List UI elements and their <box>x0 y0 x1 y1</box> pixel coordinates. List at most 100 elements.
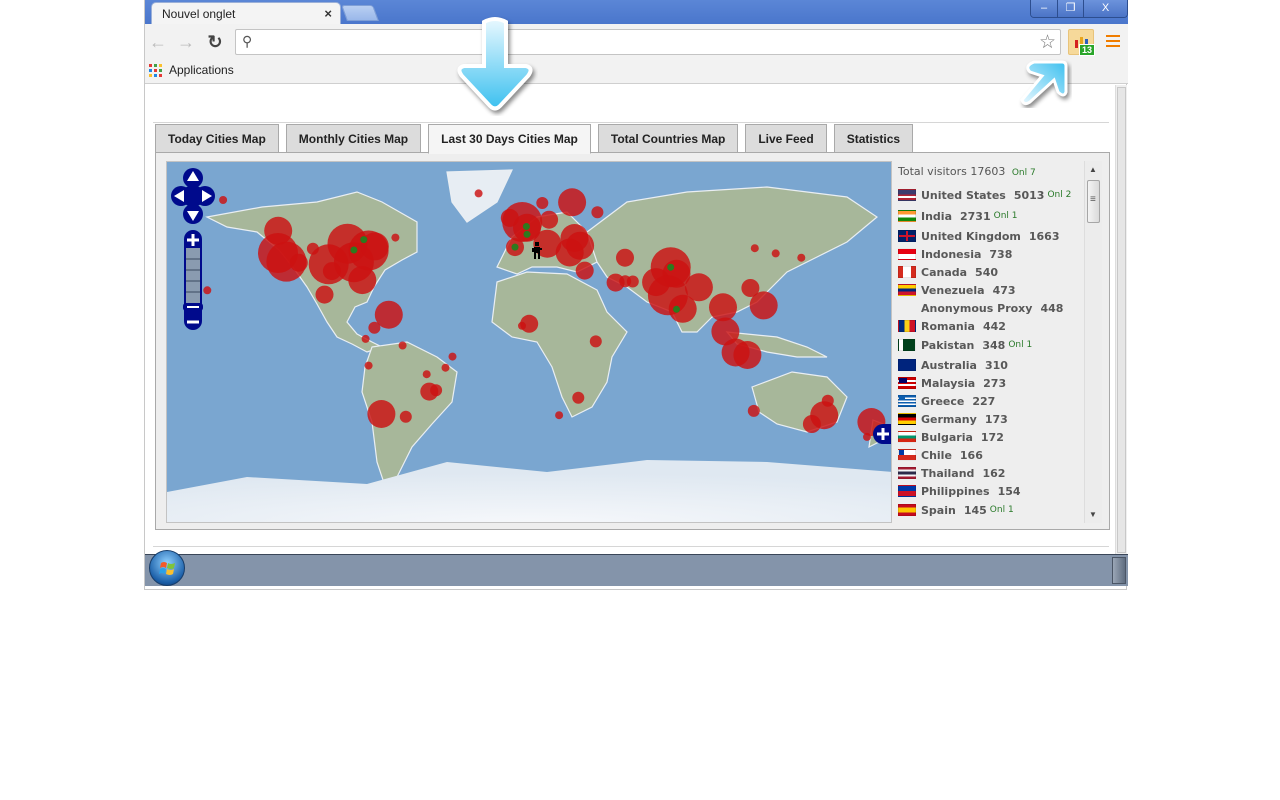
country-row[interactable]: United States 5013 Onl 2 <box>898 187 1071 203</box>
visitor-bubble[interactable] <box>500 208 519 227</box>
country-row[interactable]: Philippines 154 <box>898 483 1021 499</box>
country-row[interactable]: Chile 166 <box>898 447 983 463</box>
apps-shortcut[interactable]: Applications <box>169 63 234 77</box>
country-row[interactable]: Bulgaria 172 <box>898 429 1004 445</box>
tab-statistics[interactable]: Statistics <box>833 124 914 152</box>
page-scrollbar-thumb[interactable] <box>1117 87 1126 553</box>
scroll-up-icon[interactable]: ▲ <box>1089 165 1097 174</box>
country-row[interactable]: Venezuela 473 <box>898 282 1016 298</box>
country-row[interactable]: United Kingdom 1663 <box>898 228 1059 244</box>
country-row[interactable]: Greece 227 <box>898 393 995 409</box>
show-desktop-button[interactable] <box>1112 557 1126 584</box>
stats-list-scrollbar-thumb[interactable] <box>1087 180 1100 223</box>
visitor-bubble[interactable] <box>448 352 457 361</box>
zoom-control[interactable] <box>183 230 203 330</box>
visitor-bubble[interactable] <box>368 321 381 334</box>
country-row[interactable]: India 2731 Onl 1 <box>898 208 1018 224</box>
visitor-bubble[interactable] <box>566 231 595 260</box>
visitor-bubble[interactable] <box>399 410 412 423</box>
visitor-bubble[interactable] <box>364 361 373 370</box>
visitor-bubble[interactable] <box>289 253 308 272</box>
online-visitor-dot[interactable] <box>673 305 680 313</box>
visitor-bubble[interactable] <box>606 273 625 292</box>
close-window-button[interactable]: X <box>1083 0 1127 17</box>
world-map[interactable] <box>166 161 892 523</box>
minimize-button[interactable]: – <box>1031 0 1057 17</box>
country-row[interactable]: Thailand 162 <box>898 465 1005 481</box>
online-visitor-dot[interactable] <box>350 246 358 254</box>
visitor-bubble[interactable] <box>558 188 587 217</box>
visitor-bubble[interactable] <box>709 293 737 322</box>
visitor-bubble[interactable] <box>203 286 212 295</box>
menu-icon[interactable] <box>1106 35 1120 50</box>
visitor-bubble[interactable] <box>315 285 334 304</box>
visitor-bubble[interactable] <box>398 341 407 350</box>
visitor-bubble[interactable] <box>367 400 396 428</box>
tab-last-30-days-cities-map[interactable]: Last 30 Days Cities Map <box>428 124 591 154</box>
visitor-bubble[interactable] <box>575 261 594 280</box>
visitor-bubble[interactable] <box>264 216 293 245</box>
country-row[interactable]: Pakistan 348 Onl 1 <box>898 337 1032 353</box>
visitor-bubble[interactable] <box>684 273 713 302</box>
visitor-bubble[interactable] <box>474 189 483 198</box>
visitor-bubble[interactable] <box>591 206 604 219</box>
visitor-bubble[interactable] <box>430 384 443 397</box>
online-visitor-dot[interactable] <box>511 243 519 251</box>
visitor-bubble[interactable] <box>797 253 806 262</box>
visitor-bubble[interactable] <box>741 279 760 297</box>
close-tab-icon[interactable]: × <box>324 6 332 21</box>
world-map-canvas[interactable] <box>167 162 892 523</box>
visitor-bubble[interactable] <box>616 248 634 267</box>
apps-grid-icon[interactable] <box>149 64 162 77</box>
new-tab-button[interactable] <box>341 5 379 21</box>
visitor-bubble[interactable] <box>821 394 834 407</box>
online-visitor-dot[interactable] <box>360 236 368 244</box>
visitor-bubble[interactable] <box>747 404 760 417</box>
zoom-slider-track[interactable] <box>186 248 200 304</box>
visitor-bubble[interactable] <box>750 244 759 253</box>
bookmark-star-icon[interactable]: ☆ <box>1039 31 1056 54</box>
start-button[interactable] <box>149 550 185 586</box>
country-row[interactable]: Germany 173 <box>898 411 1008 427</box>
tab-total-countries-map[interactable]: Total Countries Map <box>597 124 739 152</box>
tab-live-feed[interactable]: Live Feed <box>745 124 827 152</box>
page-scrollbar[interactable] <box>1115 85 1127 555</box>
online-visitor-dot[interactable] <box>522 223 530 230</box>
visitor-bubble[interactable] <box>540 210 559 229</box>
online-visitor-dot[interactable] <box>667 263 675 271</box>
visitor-bubble[interactable] <box>626 275 639 288</box>
visitor-bubble[interactable] <box>572 391 585 404</box>
visitor-bubble[interactable] <box>802 415 821 433</box>
country-row[interactable]: Canada 540 <box>898 264 998 280</box>
visitor-bubble[interactable] <box>863 432 871 441</box>
visitor-bubble[interactable] <box>589 335 602 348</box>
country-row[interactable]: Malaysia 273 <box>898 375 1006 391</box>
forward-button[interactable]: → <box>176 32 196 52</box>
visitor-bubble[interactable] <box>536 197 549 209</box>
country-row[interactable]: Anonymous Proxy 448 <box>898 300 1063 316</box>
visitor-bubble[interactable] <box>441 363 450 372</box>
country-row[interactable]: Romania 442 <box>898 318 1006 334</box>
visitor-bubble[interactable] <box>518 321 526 330</box>
back-button[interactable]: ← <box>148 32 168 52</box>
visitor-bubble[interactable] <box>348 266 377 295</box>
address-bar[interactable]: ⚲ ☆ <box>235 29 1061 55</box>
scroll-down-icon[interactable]: ▼ <box>1089 510 1097 519</box>
restore-button[interactable]: ❐ <box>1057 0 1083 17</box>
visitor-bubble[interactable] <box>361 334 370 343</box>
browser-tab[interactable]: Nouvel onglet × <box>151 2 341 26</box>
visitor-bubble[interactable] <box>391 233 400 242</box>
visitor-bubble[interactable] <box>771 249 780 258</box>
visitor-bubble[interactable] <box>555 411 564 420</box>
reload-button[interactable]: ↻ <box>205 32 225 52</box>
country-row[interactable]: Spain 145 Onl 1 <box>898 502 1014 518</box>
visitor-bubble[interactable] <box>422 370 431 379</box>
visitor-bubble[interactable] <box>733 341 762 369</box>
tab-today-cities-map[interactable]: Today Cities Map <box>155 124 279 152</box>
online-visitor-dot[interactable] <box>523 230 531 238</box>
visitor-bubble[interactable] <box>322 262 341 281</box>
address-input[interactable] <box>260 32 1020 52</box>
stats-list-scrollbar[interactable]: ▲ ▼ <box>1084 161 1102 523</box>
country-row[interactable]: Indonesia 738 <box>898 246 1012 262</box>
visitor-bubble[interactable] <box>219 196 228 204</box>
